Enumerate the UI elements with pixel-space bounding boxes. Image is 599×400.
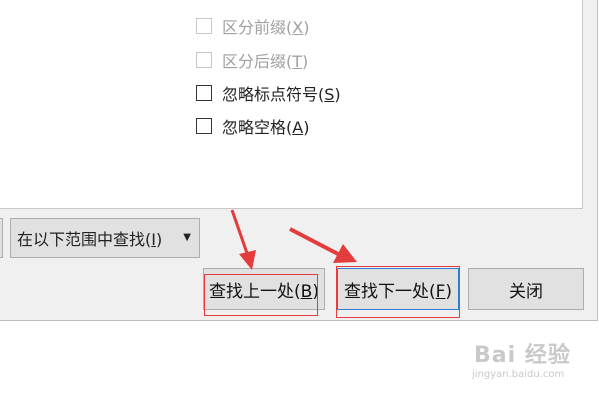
watermark-text: Bai 经验 xyxy=(474,343,571,368)
offscreen-button-edge[interactable] xyxy=(0,218,3,258)
find-in-scope-dropdown[interactable]: 在以下范围中查找(I) ▼ xyxy=(10,218,200,258)
option-label: 忽略标点符号(S) xyxy=(222,85,341,104)
match-prefix-checkbox xyxy=(196,18,212,34)
button-label: 查找上一处(B) xyxy=(209,281,319,302)
find-next-button[interactable]: 查找下一处(F) xyxy=(337,268,459,310)
close-button[interactable]: 关闭 xyxy=(468,268,584,310)
option-match-suffix: 区分后缀(T) xyxy=(196,48,308,72)
button-label: 关闭 xyxy=(509,281,543,302)
find-previous-button[interactable]: 查找上一处(B) xyxy=(203,268,325,310)
watermark-subtext: jingyan.baidu.com xyxy=(472,369,565,380)
baidu-jingyan-watermark: Bai 经验 jingyan.baidu.com xyxy=(468,335,588,385)
find-replace-dialog: 区分前缀(X) 区分后缀(T) 忽略标点符号(S) 忽略空格(A) 在以下范围中… xyxy=(0,0,598,321)
search-options-panel: 区分前缀(X) 区分后缀(T) 忽略标点符号(S) 忽略空格(A) xyxy=(0,0,583,209)
option-ignore-whitespace[interactable]: 忽略空格(A) xyxy=(196,114,309,138)
option-label: 区分前缀(X) xyxy=(222,18,310,37)
ignore-punctuation-checkbox[interactable] xyxy=(196,85,212,101)
option-label: 区分后缀(T) xyxy=(222,52,309,71)
option-label: 忽略空格(A) xyxy=(222,118,310,137)
dropdown-caret-icon: ▼ xyxy=(183,232,191,243)
button-label: 查找下一处(F) xyxy=(343,281,453,302)
dropdown-label: 在以下范围中查找(I) xyxy=(17,230,163,249)
match-suffix-checkbox xyxy=(196,52,212,68)
option-ignore-punctuation[interactable]: 忽略标点符号(S) xyxy=(196,81,341,105)
ignore-whitespace-checkbox[interactable] xyxy=(196,118,212,134)
option-match-prefix: 区分前缀(X) xyxy=(196,14,309,38)
